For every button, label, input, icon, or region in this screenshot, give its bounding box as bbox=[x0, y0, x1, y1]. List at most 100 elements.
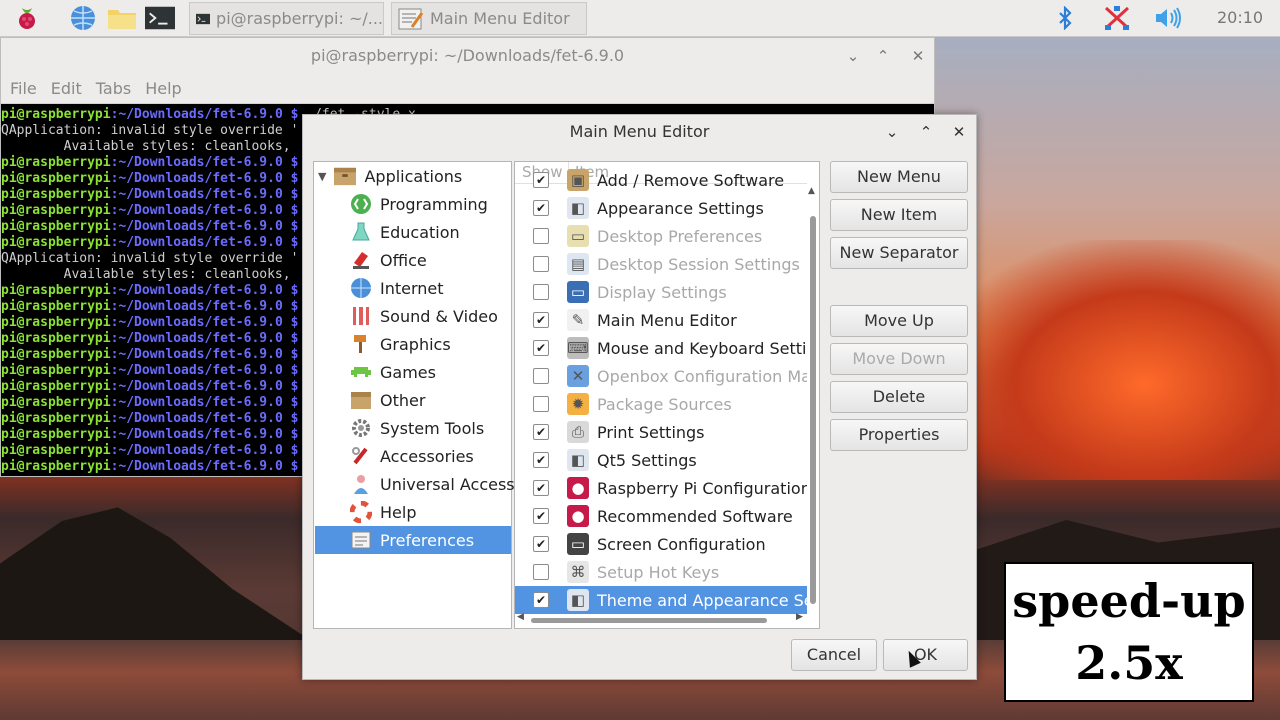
tree-item-help[interactable]: Help bbox=[350, 498, 416, 526]
speed-overlay-line2: 2.5x bbox=[1075, 636, 1183, 690]
scroll-thumb[interactable] bbox=[531, 618, 767, 623]
show-checkbox[interactable]: ✔ bbox=[533, 452, 549, 468]
show-checkbox[interactable]: ✔ bbox=[533, 480, 549, 496]
ok-button[interactable]: OK bbox=[883, 639, 968, 671]
tree-item-office[interactable]: Office bbox=[350, 246, 427, 274]
prompt-user: pi@raspberrypi bbox=[1, 443, 111, 458]
openbox-icon: ✕ bbox=[567, 365, 589, 387]
maximize-button[interactable]: ⌃ bbox=[868, 38, 898, 74]
minimize-button[interactable]: ⌄ bbox=[838, 38, 868, 74]
show-checkbox[interactable] bbox=[533, 284, 549, 300]
tree-item-other[interactable]: Other bbox=[350, 386, 425, 414]
tree-item-label: Programming bbox=[380, 194, 488, 214]
tree-item-system-tools[interactable]: System Tools bbox=[350, 414, 484, 442]
menu-item-label: Setup Hot Keys bbox=[597, 562, 720, 582]
show-checkbox[interactable]: ✔ bbox=[533, 172, 549, 188]
raspberry-menu-icon[interactable] bbox=[12, 4, 42, 32]
tree-item-education[interactable]: Education bbox=[350, 218, 460, 246]
wallpaper-sunset-glow bbox=[940, 240, 1280, 480]
close-button[interactable]: ✕ bbox=[944, 115, 974, 149]
show-checkbox[interactable] bbox=[533, 368, 549, 384]
terminal-icon[interactable] bbox=[145, 4, 175, 32]
tree-item-accessories[interactable]: Accessories bbox=[350, 442, 474, 470]
tree-item-internet[interactable]: Internet bbox=[350, 274, 444, 302]
clock[interactable]: 20:10 bbox=[1217, 8, 1263, 27]
show-checkbox[interactable]: ✔ bbox=[533, 312, 549, 328]
menu-item-row[interactable]: ✔ ◧ Theme and Appearance Settings bbox=[515, 586, 807, 614]
prompt-path: :~/Downloads/fet-6.9.0 $ bbox=[110, 459, 299, 474]
menu-item-row[interactable]: ✕ Openbox Configuration Manager bbox=[515, 362, 807, 390]
prompt-path: :~/Downloads/fet-6.9.0 $ bbox=[110, 315, 299, 330]
menu-item-row[interactable]: ✔ ⎙ Print Settings bbox=[515, 418, 807, 446]
scroll-left-icon[interactable]: ◀ bbox=[517, 612, 524, 622]
volume-icon[interactable] bbox=[1154, 4, 1184, 32]
menu-item-row[interactable]: ⌘ Setup Hot Keys bbox=[515, 558, 807, 586]
menu-item-row[interactable]: ▭ Display Settings bbox=[515, 278, 807, 306]
tree-item-label: Accessories bbox=[380, 446, 474, 466]
new-item-button[interactable]: New Item bbox=[830, 199, 968, 231]
horizontal-scrollbar[interactable]: ◀ ▶ bbox=[515, 612, 807, 626]
menu-item-row[interactable]: ✔ ● Recommended Software bbox=[515, 502, 807, 530]
tree-item-preferences[interactable]: Preferences bbox=[350, 526, 474, 554]
prompt-path: :~/Downloads/fet-6.9.0 $ bbox=[110, 443, 299, 458]
tree-item-applications[interactable]: ▼ Applications bbox=[318, 162, 462, 190]
tree-item-games[interactable]: Games bbox=[350, 358, 436, 386]
show-checkbox[interactable]: ✔ bbox=[533, 508, 549, 524]
move-up-button[interactable]: Move Up bbox=[830, 305, 968, 337]
network-disconnected-icon[interactable] bbox=[1102, 4, 1132, 32]
menu-item-row[interactable]: ▤ Desktop Session Settings bbox=[515, 250, 807, 278]
cancel-button[interactable]: Cancel bbox=[791, 639, 877, 671]
menu-item-row[interactable]: ✔ ▣ Add / Remove Software bbox=[515, 166, 807, 194]
menu-item-row[interactable]: ✔ ◧ Appearance Settings bbox=[515, 194, 807, 222]
file-manager-icon[interactable] bbox=[107, 4, 137, 32]
move-down-button[interactable]: Move Down bbox=[830, 343, 968, 375]
scroll-up-icon[interactable]: ▲ bbox=[808, 186, 815, 196]
new-menu-button[interactable]: New Menu bbox=[830, 161, 968, 193]
maximize-button[interactable]: ⌃ bbox=[911, 115, 941, 149]
menu-edit[interactable]: Edit bbox=[46, 74, 87, 103]
menu-file[interactable]: File bbox=[5, 74, 42, 103]
delete-button[interactable]: Delete bbox=[830, 381, 968, 413]
show-checkbox[interactable] bbox=[533, 564, 549, 580]
show-checkbox[interactable]: ✔ bbox=[533, 340, 549, 356]
close-button[interactable]: ✕ bbox=[903, 38, 933, 74]
task-main-menu-editor[interactable]: Main Menu Editor bbox=[391, 2, 587, 35]
show-checkbox[interactable]: ✔ bbox=[533, 200, 549, 216]
show-checkbox[interactable]: ✔ bbox=[533, 536, 549, 552]
prompt-path: :~/Downloads/fet-6.9.0 $ bbox=[110, 171, 299, 186]
menu-help[interactable]: Help bbox=[140, 74, 186, 103]
vertical-scrollbar[interactable]: ▲ bbox=[808, 186, 818, 606]
menu-item-row[interactable]: ✔ ✎ Main Menu Editor bbox=[515, 306, 807, 334]
theme-icon: ◧ bbox=[567, 589, 589, 611]
tree-item-graphics[interactable]: Graphics bbox=[350, 330, 451, 358]
error-text: QApplication: invalid style override ' bbox=[1, 123, 299, 138]
show-checkbox[interactable] bbox=[533, 228, 549, 244]
menu-item-row[interactable]: ✔ ⌨ Mouse and Keyboard Settings bbox=[515, 334, 807, 362]
show-checkbox[interactable] bbox=[533, 256, 549, 272]
new-separator-button[interactable]: New Separator bbox=[830, 237, 968, 269]
system-tools-icon bbox=[350, 417, 372, 439]
scroll-right-icon[interactable]: ▶ bbox=[796, 612, 803, 622]
menu-item-row[interactable]: ▭ Desktop Preferences bbox=[515, 222, 807, 250]
menu-tree[interactable]: ▼ Applications Programming Education Offic… bbox=[313, 161, 515, 629]
web-browser-icon[interactable] bbox=[68, 4, 98, 32]
tree-item-programming[interactable]: Programming bbox=[350, 190, 488, 218]
menu-items-list[interactable]: Show Item ✔▣Add / Remove Software✔◧Appea… bbox=[514, 161, 820, 629]
menu-tabs[interactable]: Tabs bbox=[91, 74, 136, 103]
show-checkbox[interactable]: ✔ bbox=[533, 424, 549, 440]
tree-item-universal-access[interactable]: Universal Access bbox=[350, 470, 515, 498]
menu-item-label: Qt5 Settings bbox=[597, 450, 697, 470]
tree-item-sound-video[interactable]: Sound & Video bbox=[350, 302, 498, 330]
menu-item-row[interactable]: ✔ ● Raspberry Pi Configuration bbox=[515, 474, 807, 502]
task-terminal[interactable]: pi@raspberrypi: ~/... bbox=[189, 2, 384, 35]
bluetooth-icon[interactable] bbox=[1050, 4, 1080, 32]
show-checkbox[interactable] bbox=[533, 396, 549, 412]
scroll-thumb[interactable] bbox=[810, 216, 816, 604]
expand-arrow-icon[interactable]: ▼ bbox=[318, 170, 326, 183]
minimize-button[interactable]: ⌄ bbox=[877, 115, 907, 149]
menu-item-row[interactable]: ✔ ▭ Screen Configuration bbox=[515, 530, 807, 558]
show-checkbox[interactable]: ✔ bbox=[533, 592, 549, 608]
menu-item-row[interactable]: ✔ ◧ Qt5 Settings bbox=[515, 446, 807, 474]
menu-item-row[interactable]: ✹ Package Sources bbox=[515, 390, 807, 418]
properties-button[interactable]: Properties bbox=[830, 419, 968, 451]
